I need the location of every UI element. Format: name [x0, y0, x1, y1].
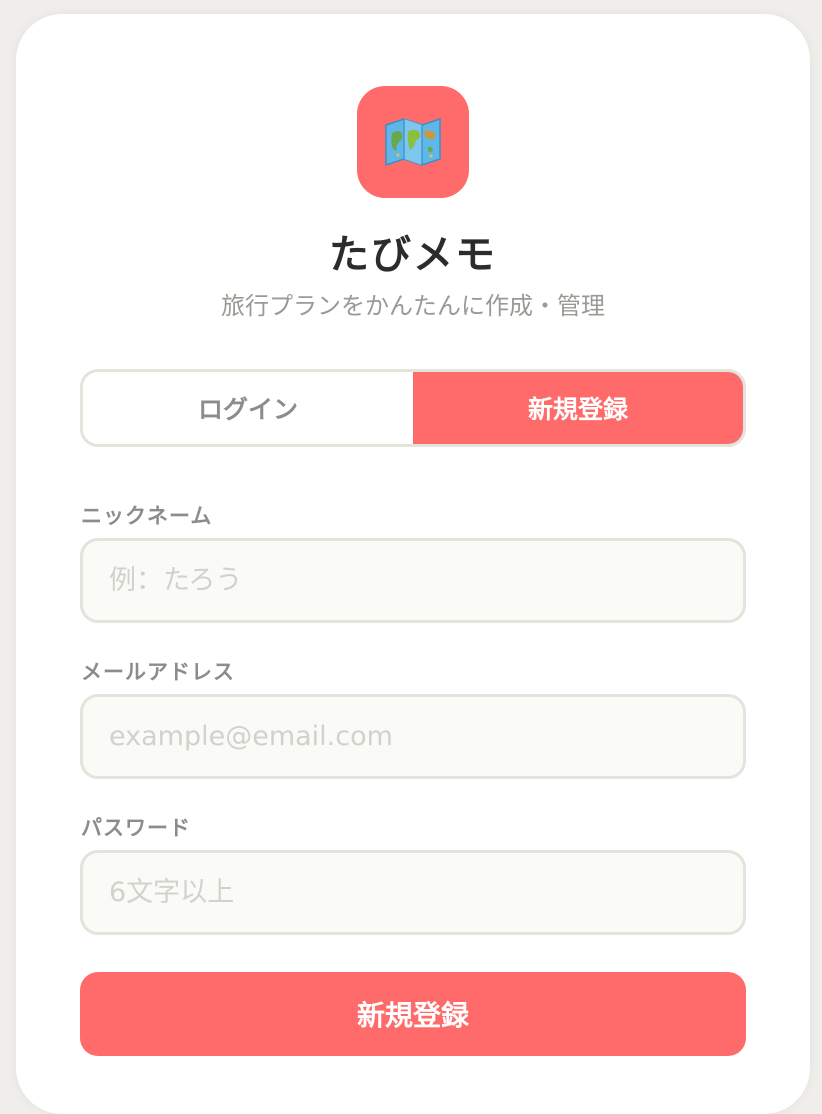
- app-subtitle: 旅行プランをかんたんに作成・管理: [221, 292, 605, 320]
- world-map-icon: [385, 117, 441, 167]
- register-submit-button[interactable]: 新規登録: [80, 972, 746, 1056]
- password-label: パスワード: [81, 816, 191, 840]
- auth-tabs: ログイン 新規登録: [80, 369, 746, 447]
- nickname-input[interactable]: [80, 538, 746, 623]
- email-input[interactable]: [80, 694, 746, 779]
- app-title: たびメモ: [329, 232, 497, 278]
- tab-register[interactable]: 新規登録: [413, 372, 743, 444]
- email-label: メールアドレス: [81, 660, 235, 684]
- auth-card: たびメモ 旅行プランをかんたんに作成・管理 ログイン 新規登録 ニックネーム メ…: [16, 14, 810, 1114]
- tab-login[interactable]: ログイン: [83, 372, 413, 444]
- password-input[interactable]: [80, 850, 746, 935]
- app-logo: [357, 86, 469, 198]
- nickname-label: ニックネーム: [81, 504, 213, 528]
